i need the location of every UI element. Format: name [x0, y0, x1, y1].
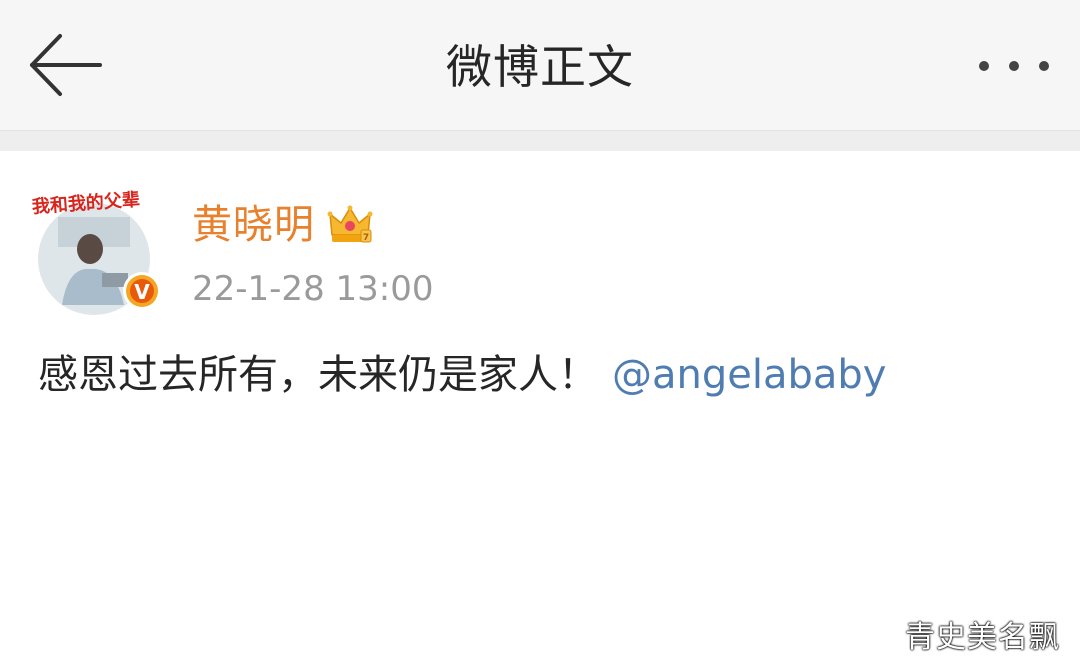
avatar[interactable]: 我和我的父辈 V [28, 187, 164, 315]
post-card: 我和我的父辈 V 黄晓明 7 22-1-28 13:00 感恩过去所有，未来仍是… [0, 151, 1080, 672]
more-button[interactable] [974, 48, 1054, 84]
post-timestamp: 22-1-28 13:00 [192, 269, 434, 309]
crown-icon[interactable]: 7 [327, 202, 373, 248]
post-text: 感恩过去所有，未来仍是家人！ [38, 352, 598, 398]
verified-badge-icon: V [134, 280, 150, 304]
page-title: 微博正文 [446, 40, 634, 94]
section-divider [0, 131, 1080, 151]
watermark: 青史美名飘 [905, 620, 1060, 655]
post-body: 感恩过去所有，未来仍是家人！ @angelababy [38, 347, 886, 403]
author-row: 黄晓明 7 [192, 197, 373, 253]
author-name[interactable]: 黄晓明 [192, 197, 315, 253]
weibo-post-screen: 微博正文 我和我的父辈 V 黄晓明 7 22-1-28 13:00 感恩过去所有… [0, 0, 1080, 672]
mention-link[interactable]: @angelababy [612, 352, 886, 398]
svg-text:7: 7 [363, 233, 369, 243]
top-nav-bar: 微博正文 [0, 0, 1080, 131]
more-dots-icon [979, 61, 1049, 71]
